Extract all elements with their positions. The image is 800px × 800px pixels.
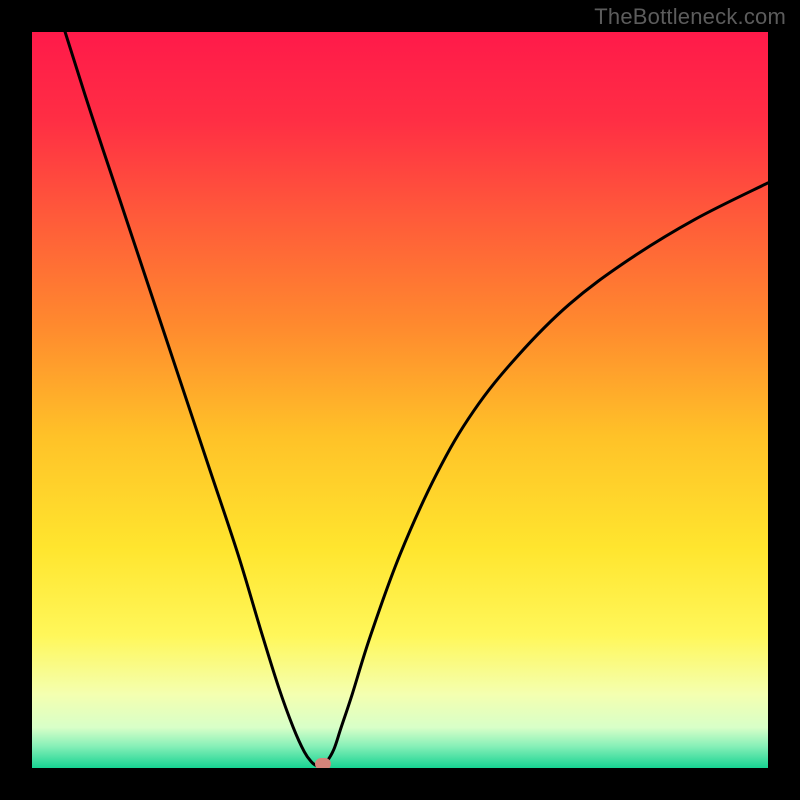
bottleneck-curve [65, 32, 768, 766]
optimal-point-marker [315, 758, 331, 768]
plot-area [32, 32, 768, 768]
chart-container: TheBottleneck.com [0, 0, 800, 800]
curve-layer [32, 32, 768, 768]
watermark-text: TheBottleneck.com [594, 4, 786, 30]
